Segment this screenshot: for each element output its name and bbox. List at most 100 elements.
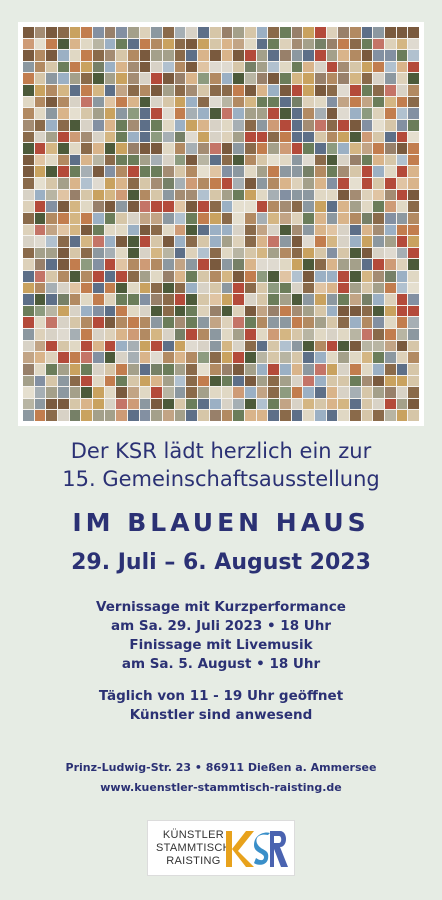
mosaic-tile bbox=[81, 259, 93, 270]
mosaic-tile bbox=[116, 50, 128, 61]
mosaic-tile bbox=[104, 143, 116, 154]
mosaic-tile bbox=[384, 270, 396, 282]
logo-s bbox=[254, 832, 270, 865]
mosaic-tile bbox=[279, 387, 291, 398]
mosaic-tile bbox=[233, 410, 244, 421]
mosaic-tile bbox=[186, 131, 198, 143]
mosaic-tile bbox=[314, 398, 326, 410]
mosaic-tile bbox=[93, 224, 104, 236]
mosaic-tile bbox=[221, 131, 233, 143]
mosaic-tile bbox=[408, 236, 419, 247]
mosaic-tile bbox=[396, 340, 408, 352]
ksr-mark-icon bbox=[226, 831, 288, 867]
mosaic-tile bbox=[268, 61, 279, 73]
mosaic-tile bbox=[279, 363, 291, 375]
mosaic-tile bbox=[128, 201, 139, 212]
mosaic-tile bbox=[163, 201, 174, 212]
mosaic-tile bbox=[338, 143, 349, 154]
mosaic-tile bbox=[23, 305, 34, 317]
mosaic-tile bbox=[174, 329, 186, 340]
website-link[interactable]: www.kuenstler-stammtisch-raisting.de bbox=[0, 781, 442, 794]
mosaic-tile bbox=[303, 178, 314, 189]
mosaic-tile bbox=[23, 236, 34, 247]
mosaic-tile bbox=[268, 154, 279, 166]
mosaic-tile bbox=[46, 224, 58, 236]
mosaic-tile bbox=[256, 166, 268, 178]
vernissage-date: am Sa. 29. Juli 2023 • 18 Uhr bbox=[110, 618, 332, 634]
mosaic-tile bbox=[384, 317, 396, 329]
mosaic-tile bbox=[209, 50, 221, 61]
mosaic-tile bbox=[23, 38, 34, 50]
mosaic-tile bbox=[116, 96, 128, 108]
mosaic-tile bbox=[46, 85, 58, 96]
mosaic-tile bbox=[233, 329, 244, 340]
mosaic-tile bbox=[338, 178, 349, 189]
mosaic-tile bbox=[186, 294, 198, 305]
mosaic-tile bbox=[279, 317, 291, 329]
mosaic-tile bbox=[69, 317, 81, 329]
mosaic-tile bbox=[256, 340, 268, 352]
mosaic-tile bbox=[279, 201, 291, 212]
mosaic-tile bbox=[81, 282, 93, 294]
mosaic-tile bbox=[384, 387, 396, 398]
mosaic-tile bbox=[373, 398, 384, 410]
mosaic-tile bbox=[314, 108, 326, 119]
mosaic-tile bbox=[244, 61, 256, 73]
mosaic-tile bbox=[291, 236, 303, 247]
mosaic-tile bbox=[268, 178, 279, 189]
mosaic-tile bbox=[361, 340, 373, 352]
mosaic-tile bbox=[361, 166, 373, 178]
mosaic-tile bbox=[361, 317, 373, 329]
mosaic-tile bbox=[198, 236, 209, 247]
mosaic-tile bbox=[268, 247, 279, 259]
mosaic-tile bbox=[186, 259, 198, 270]
mosaic-tile bbox=[349, 236, 361, 247]
mosaic-tile bbox=[104, 282, 116, 294]
mosaic-tile bbox=[233, 212, 244, 224]
mosaic-tile bbox=[46, 189, 58, 201]
mosaic-tile bbox=[163, 340, 174, 352]
mosaic-tile bbox=[69, 73, 81, 85]
mosaic-tile bbox=[396, 387, 408, 398]
mosaic-tile bbox=[221, 38, 233, 50]
mosaic-tile bbox=[384, 398, 396, 410]
mosaic-tile bbox=[116, 317, 128, 329]
mosaic-tile bbox=[291, 131, 303, 143]
mosaic-tile bbox=[384, 131, 396, 143]
mosaic-tile bbox=[198, 108, 209, 119]
mosaic-tile bbox=[338, 270, 349, 282]
mosaic-tile bbox=[396, 189, 408, 201]
mosaic-tile bbox=[151, 108, 163, 119]
mosaic-tile bbox=[151, 375, 163, 387]
mosaic-tile bbox=[279, 375, 291, 387]
mosaic-tile bbox=[338, 73, 349, 85]
mosaic-tile bbox=[384, 119, 396, 131]
mosaic-tile bbox=[81, 236, 93, 247]
mosaic-tile bbox=[34, 50, 46, 61]
mosaic-tile bbox=[46, 166, 58, 178]
mosaic-tile bbox=[291, 189, 303, 201]
opening-hours-text: Täglich von 11 - 19 Uhr geöffnet bbox=[98, 688, 344, 704]
invitation-heading: Der KSR lädt herzlich ein zur 15. Gemein… bbox=[0, 437, 442, 493]
mosaic-tile bbox=[361, 398, 373, 410]
mosaic-tile bbox=[209, 387, 221, 398]
mosaic-tile bbox=[408, 131, 419, 143]
mosaic-tile bbox=[396, 108, 408, 119]
mosaic-tile bbox=[244, 108, 256, 119]
mosaic-tile bbox=[268, 259, 279, 270]
mosaic-tile bbox=[69, 294, 81, 305]
mosaic-tile bbox=[326, 38, 338, 50]
mosaic-tile bbox=[34, 305, 46, 317]
mosaic-tile bbox=[81, 96, 93, 108]
mosaic-tile bbox=[104, 259, 116, 270]
mosaic-tile bbox=[209, 375, 221, 387]
mosaic-tile bbox=[139, 294, 151, 305]
mosaic-tile bbox=[326, 27, 338, 38]
mosaic-tile bbox=[314, 259, 326, 270]
mosaic-tile bbox=[151, 201, 163, 212]
mosaic-tile bbox=[93, 201, 104, 212]
mosaic-tile bbox=[104, 294, 116, 305]
mosaic-tile bbox=[93, 398, 104, 410]
mosaic-tile bbox=[373, 154, 384, 166]
mosaic-tile bbox=[34, 410, 46, 421]
